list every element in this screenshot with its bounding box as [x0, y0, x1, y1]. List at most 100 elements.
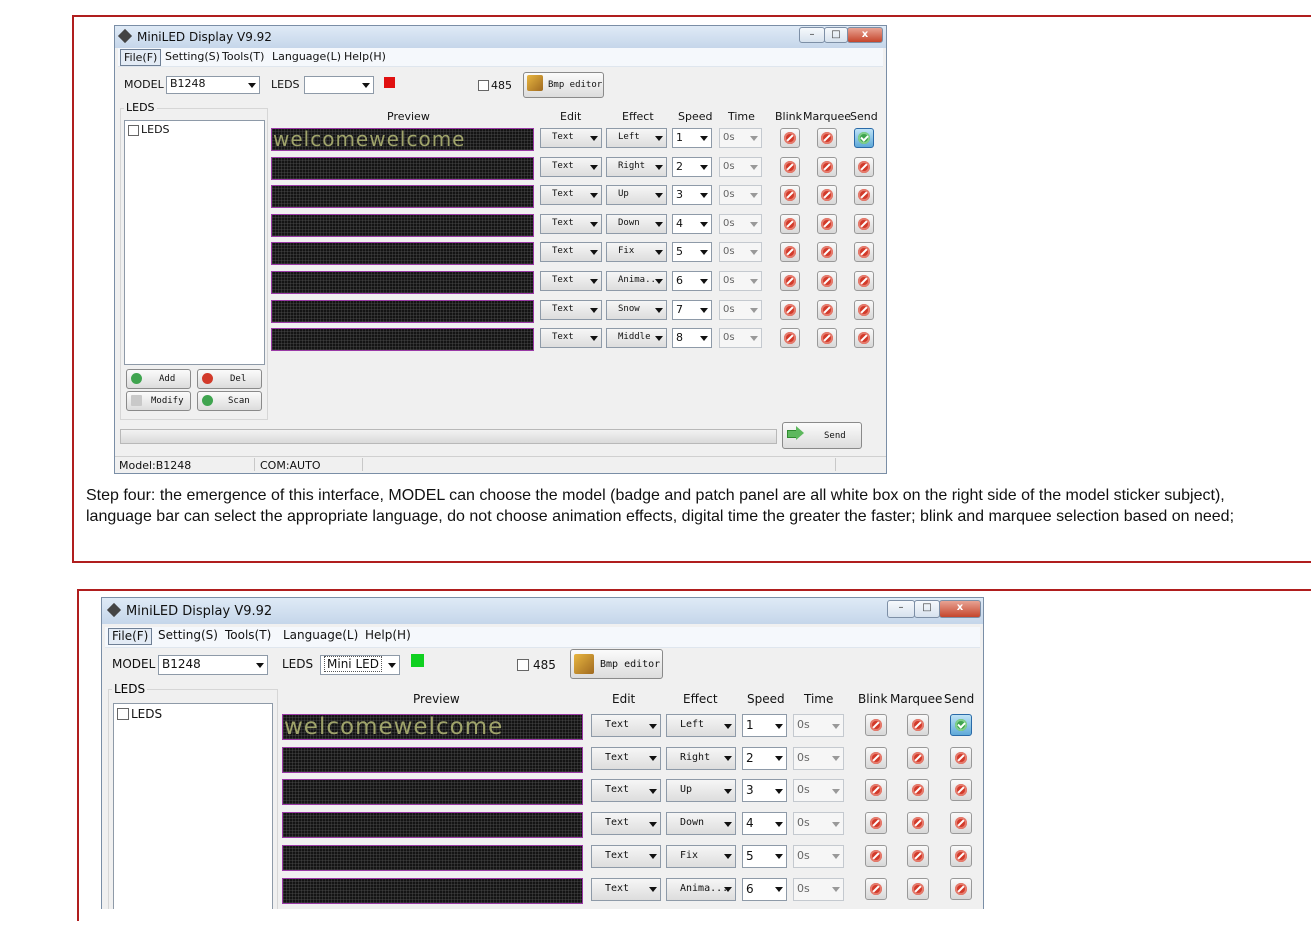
- send-toggle[interactable]: [950, 714, 972, 736]
- send-toggle[interactable]: [854, 242, 874, 263]
- marquee-toggle[interactable]: [907, 877, 929, 900]
- blink-toggle[interactable]: [865, 812, 887, 835]
- blink-toggle[interactable]: [865, 746, 887, 769]
- rs485-checkbox[interactable]: [517, 659, 529, 671]
- marquee-toggle[interactable]: [907, 844, 929, 867]
- preview-panel[interactable]: [271, 328, 534, 352]
- menu-tools[interactable]: Tools(T): [219, 49, 267, 64]
- speed-select[interactable]: 2: [672, 156, 712, 177]
- marquee-toggle[interactable]: [907, 746, 929, 769]
- speed-select[interactable]: 3: [742, 779, 787, 803]
- preview-panel[interactable]: [271, 271, 534, 294]
- speed-select[interactable]: 2: [742, 746, 787, 770]
- maximize-button[interactable]: □: [824, 27, 848, 43]
- speed-select[interactable]: 1: [672, 128, 712, 148]
- send-toggle[interactable]: [950, 844, 972, 867]
- model-select[interactable]: B1248: [166, 76, 260, 94]
- speed-select[interactable]: 5: [742, 844, 787, 868]
- speed-select[interactable]: 4: [672, 213, 712, 234]
- menu-setting[interactable]: Setting(S): [155, 628, 221, 643]
- send-toggle[interactable]: [950, 746, 972, 769]
- speed-select[interactable]: 4: [742, 812, 787, 836]
- edit-select[interactable]: Text: [540, 299, 602, 320]
- preview-panel[interactable]: [282, 844, 583, 871]
- edit-select[interactable]: Text: [540, 242, 602, 263]
- send-toggle[interactable]: [950, 812, 972, 835]
- leds-select[interactable]: Mini LED: [320, 655, 400, 675]
- close-button[interactable]: x: [939, 600, 981, 618]
- close-button[interactable]: x: [847, 27, 883, 43]
- preview-panel[interactable]: [282, 812, 583, 839]
- blink-toggle[interactable]: [865, 779, 887, 802]
- blink-toggle[interactable]: [780, 299, 800, 320]
- add-button[interactable]: Add: [126, 369, 191, 389]
- menu-language[interactable]: Language(L): [269, 49, 344, 64]
- effect-select[interactable]: Up: [666, 779, 736, 803]
- edit-select[interactable]: Text: [591, 746, 661, 770]
- menu-help[interactable]: Help(H): [362, 628, 414, 643]
- marquee-toggle[interactable]: [817, 328, 837, 349]
- edit-select[interactable]: Text: [591, 844, 661, 868]
- edit-select[interactable]: Text: [540, 328, 602, 349]
- marquee-toggle[interactable]: [817, 156, 837, 177]
- minimize-button[interactable]: –: [799, 27, 825, 43]
- effect-select[interactable]: Snow: [606, 299, 667, 320]
- effect-select[interactable]: Down: [666, 812, 736, 836]
- send-toggle[interactable]: [854, 299, 874, 320]
- send-toggle[interactable]: [950, 779, 972, 802]
- preview-panel[interactable]: [271, 185, 534, 209]
- blink-toggle[interactable]: [865, 714, 887, 736]
- preview-panel[interactable]: [282, 877, 583, 904]
- blink-toggle[interactable]: [780, 242, 800, 263]
- edit-select[interactable]: Text: [591, 877, 661, 901]
- menu-setting[interactable]: Setting(S): [162, 49, 223, 64]
- blink-toggle[interactable]: [865, 877, 887, 900]
- speed-select[interactable]: 6: [742, 877, 787, 901]
- effect-select[interactable]: Left: [666, 714, 736, 737]
- maximize-button[interactable]: □: [914, 600, 940, 618]
- menu-language[interactable]: Language(L): [280, 628, 361, 643]
- send-toggle[interactable]: [854, 271, 874, 291]
- marquee-toggle[interactable]: [817, 242, 837, 263]
- preview-panel[interactable]: welcomewelcome: [282, 714, 583, 740]
- menu-file[interactable]: File(F): [108, 628, 153, 645]
- edit-select[interactable]: Text: [540, 128, 602, 148]
- effect-select[interactable]: Anima...: [666, 877, 736, 901]
- blink-toggle[interactable]: [780, 156, 800, 177]
- effect-select[interactable]: Down: [606, 213, 667, 234]
- rs485-checkbox[interactable]: [478, 80, 489, 91]
- menu-file[interactable]: File(F): [120, 49, 162, 66]
- leds-checkbox[interactable]: [117, 708, 129, 720]
- preview-panel[interactable]: [271, 299, 534, 323]
- preview-panel[interactable]: [282, 746, 583, 773]
- send-toggle[interactable]: [854, 156, 874, 177]
- edit-select[interactable]: Text: [591, 812, 661, 836]
- blink-toggle[interactable]: [780, 185, 800, 206]
- send-toggle[interactable]: [854, 185, 874, 206]
- preview-panel[interactable]: [271, 242, 534, 266]
- minimize-button[interactable]: –: [887, 600, 915, 618]
- blink-toggle[interactable]: [865, 844, 887, 867]
- send-toggle[interactable]: [854, 128, 874, 148]
- marquee-toggle[interactable]: [817, 128, 837, 148]
- preview-panel[interactable]: welcomewelcome: [271, 128, 534, 151]
- edit-select[interactable]: Text: [540, 156, 602, 177]
- effect-select[interactable]: Middle: [606, 328, 667, 349]
- send-toggle[interactable]: [950, 877, 972, 900]
- scan-button[interactable]: Scan: [197, 391, 262, 411]
- leds-select[interactable]: [304, 76, 374, 94]
- marquee-toggle[interactable]: [907, 812, 929, 835]
- menu-help[interactable]: Help(H): [341, 49, 389, 64]
- blink-toggle[interactable]: [780, 128, 800, 148]
- marquee-toggle[interactable]: [817, 185, 837, 206]
- edit-select[interactable]: Text: [540, 271, 602, 291]
- edit-select[interactable]: Text: [540, 185, 602, 206]
- speed-select[interactable]: 8: [672, 328, 712, 349]
- marquee-toggle[interactable]: [907, 714, 929, 736]
- effect-select[interactable]: Right: [666, 746, 736, 770]
- blink-toggle[interactable]: [780, 213, 800, 234]
- model-select[interactable]: B1248: [158, 655, 268, 675]
- edit-select[interactable]: Text: [591, 714, 661, 737]
- marquee-toggle[interactable]: [817, 271, 837, 291]
- edit-select[interactable]: Text: [540, 213, 602, 234]
